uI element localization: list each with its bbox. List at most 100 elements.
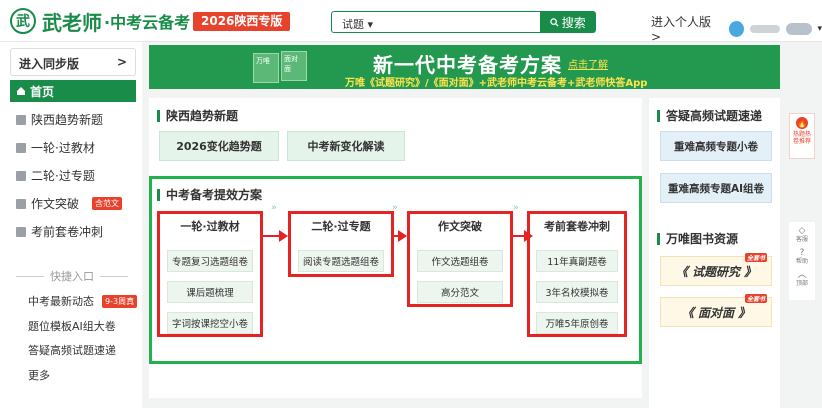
plan-item[interactable]: 阅读专题选题组卷 [298, 250, 384, 272]
sidebar-item-mock-papers[interactable]: 考前套卷冲刺 [16, 223, 103, 240]
back-to-top-label: 顶部 [795, 280, 808, 287]
book-badge: 全套书 [744, 253, 767, 262]
plan-item[interactable]: 专题复习选题组卷 [167, 250, 253, 272]
top-header: 武 武老师 ·中考云备考 2026陕西专版 试题 ▾ 搜索 进入个人版 > ▾ [0, 0, 822, 44]
logo[interactable]: 武 武老师 ·中考云备考 [10, 6, 190, 36]
fire-icon: 🔥 [796, 117, 808, 129]
customer-service-button[interactable]: ◇ 客服 [796, 226, 808, 244]
help-label: 帮助 [795, 258, 808, 265]
hard-topics-ai-paper-button[interactable]: 重难高频专题AI组卷 [660, 173, 772, 203]
customer-service-label: 客服 [795, 236, 808, 243]
logo-subtitle: ·中考云备考 [104, 13, 191, 32]
chevron-right-icon: » [513, 203, 519, 213]
quick-item-ai-paper[interactable]: 题位模板AI组大卷 [28, 318, 116, 334]
book-covers-image: 万唯 面对面 [253, 51, 313, 85]
plan-item[interactable]: 作文选题组卷 [417, 250, 503, 272]
sidebar-item-essay[interactable]: 作文突破 含范文 [16, 195, 123, 212]
quick-entry-title: 快捷入口 [50, 270, 94, 283]
quick-item-label: 题位模板AI组大卷 [28, 320, 116, 333]
right-panel: 答疑高频试题速递 重难高频专题小卷 重难高频专题AI组卷 万唯图书资源 《 试题… [649, 98, 780, 408]
sidebar-item-trend[interactable]: 陕西趋势新题 [16, 111, 103, 128]
search-scope-select[interactable]: 试题 ▾ [332, 12, 540, 32]
document-icon [16, 114, 26, 125]
sidebar-item-label: 二轮·过专题 [31, 169, 95, 183]
search-button[interactable]: 搜索 [540, 12, 595, 32]
essay-badge: 含范文 [92, 197, 123, 210]
plan-item[interactable]: 字词按课挖空小卷 [167, 312, 253, 334]
plan-column-round-one: 一轮·过教材 专题复习选题组卷 课后题梳理 字词按课挖空小卷 [157, 211, 263, 337]
trend-2026-button[interactable]: 2026变化趋势题 [159, 131, 279, 161]
plan-item[interactable]: 高分范文 [417, 281, 503, 303]
search-icon [549, 17, 559, 27]
edit-icon [16, 198, 26, 209]
layers-icon [16, 170, 26, 181]
sidebar-item-label: 一轮·过教材 [31, 141, 95, 155]
book-card-face-to-face[interactable]: 《 面对面 》 全套书 [660, 294, 772, 327]
vip-badge [786, 22, 813, 35]
hard-topics-mini-paper-button[interactable]: 重难高频专题小卷 [660, 131, 772, 161]
personal-version-link[interactable]: 进入个人版 > [651, 13, 721, 44]
quick-item-label: 答疑高频试题速递 [28, 344, 116, 357]
headset-icon: ◇ [798, 226, 806, 236]
hot-papers-label: 热题热卷推荐 [793, 131, 812, 145]
plan-column-mock-papers: 考前套卷冲刺 11年真副题卷 3年名校模拟卷 万唯5年原创卷 [527, 211, 627, 337]
plan-item[interactable]: 万唯5年原创卷 [536, 312, 618, 334]
trend-section-title: 陕西趋势新题 [157, 110, 238, 122]
column-title[interactable]: 作文突破 [410, 216, 510, 236]
plan-item[interactable]: 11年真副题卷 [536, 250, 618, 272]
help-button[interactable]: ? 帮助 [796, 248, 808, 266]
chevron-right-icon: » [392, 203, 398, 213]
sidebar-item-label: 作文突破 [31, 197, 80, 211]
quick-item-news[interactable]: 中考最新动态 9-3周真 [28, 293, 138, 309]
sidebar: 进入同步版 > 首页 陕西趋势新题 一轮·过教材 二轮·过专题 作文突破 含范文… [0, 42, 142, 408]
sidebar-item-round-two[interactable]: 二轮·过专题 [16, 167, 95, 184]
book-cover: 万唯 [253, 53, 279, 83]
promo-banner[interactable]: 万唯 面对面 新一代中考备考方案 点击了解 万唯《试题研究》/《面对面》+武老师… [149, 45, 780, 89]
avatar[interactable] [728, 20, 744, 37]
chevron-up-icon: ︿ [797, 270, 807, 280]
book-icon [16, 142, 26, 153]
plan-section-title: 中考备考提效方案 [157, 189, 262, 201]
banner-learn-more-link[interactable]: 点击了解 [568, 56, 608, 71]
sidebar-item-label: 首页 [30, 84, 55, 99]
logo-mark-icon: 武 [10, 8, 36, 34]
chevron-down-icon[interactable]: ▾ [817, 24, 822, 34]
hot-papers-float-button[interactable]: 🔥 热题热卷推荐 [789, 113, 815, 159]
quick-item-more[interactable]: 更多 [28, 367, 50, 383]
paper-icon [16, 226, 26, 237]
books-section-title: 万唯图书资源 [657, 233, 738, 245]
sidebar-item-label: 陕西趋势新题 [31, 113, 104, 127]
main-panel: 陕西趋势新题 2026变化趋势题 中考新变化解读 中考备考提效方案 一轮·过教材… [149, 98, 642, 398]
sidebar-item-home[interactable]: 首页 [10, 80, 136, 102]
column-title[interactable]: 二轮·过专题 [291, 216, 391, 236]
sync-version-button[interactable]: 进入同步版 > [10, 48, 136, 76]
user-name-blurred [749, 24, 781, 33]
prep-plan-highlight: 中考备考提效方案 一轮·过教材 专题复习选题组卷 课后题梳理 字词按课挖空小卷 … [149, 176, 642, 364]
book-cover: 面对面 [281, 51, 307, 81]
chevron-right-icon: » [271, 203, 277, 213]
search-button-label: 搜索 [561, 15, 586, 30]
back-to-top-button[interactable]: ︿ 顶部 [796, 270, 808, 288]
plan-item[interactable]: 课后题梳理 [167, 281, 253, 303]
region-badge[interactable]: 2026陕西专版 [193, 12, 291, 31]
float-toolbar: ◇ 客服 ? 帮助 ︿ 顶部 [789, 222, 815, 300]
quick-item-faq[interactable]: 答疑高频试题速递 [28, 342, 116, 358]
user-area: 进入个人版 > ▾ [651, 13, 822, 44]
plan-column-essay: 作文突破 作文选题组卷 高分范文 [407, 211, 513, 307]
divider [100, 275, 128, 277]
banner-subtitle: 万唯《试题研究》/《面对面》+武老师中考云备考+武老师快答App [345, 78, 648, 89]
column-title[interactable]: 考前套卷冲刺 [530, 216, 624, 236]
sidebar-item-round-one[interactable]: 一轮·过教材 [16, 139, 95, 156]
book-title: 《 面对面 》 [681, 305, 751, 320]
book-card-research[interactable]: 《 试题研究 》 全套书 [660, 253, 772, 286]
news-badge: 9-3周真 [102, 294, 138, 308]
trend-new-changes-button[interactable]: 中考新变化解读 [287, 131, 405, 161]
column-title[interactable]: 一轮·过教材 [160, 216, 260, 236]
arrow-right-icon [279, 230, 288, 242]
plan-item[interactable]: 3年名校模拟卷 [536, 281, 618, 303]
sidebar-item-label: 考前套卷冲刺 [31, 225, 104, 239]
search-bar: 试题 ▾ 搜索 [331, 11, 596, 33]
chevron-right-icon: > [116, 55, 127, 69]
quick-item-label: 中考最新动态 [28, 295, 94, 308]
plan-column-round-two: 二轮·过专题 阅读专题选题组卷 [288, 211, 394, 277]
